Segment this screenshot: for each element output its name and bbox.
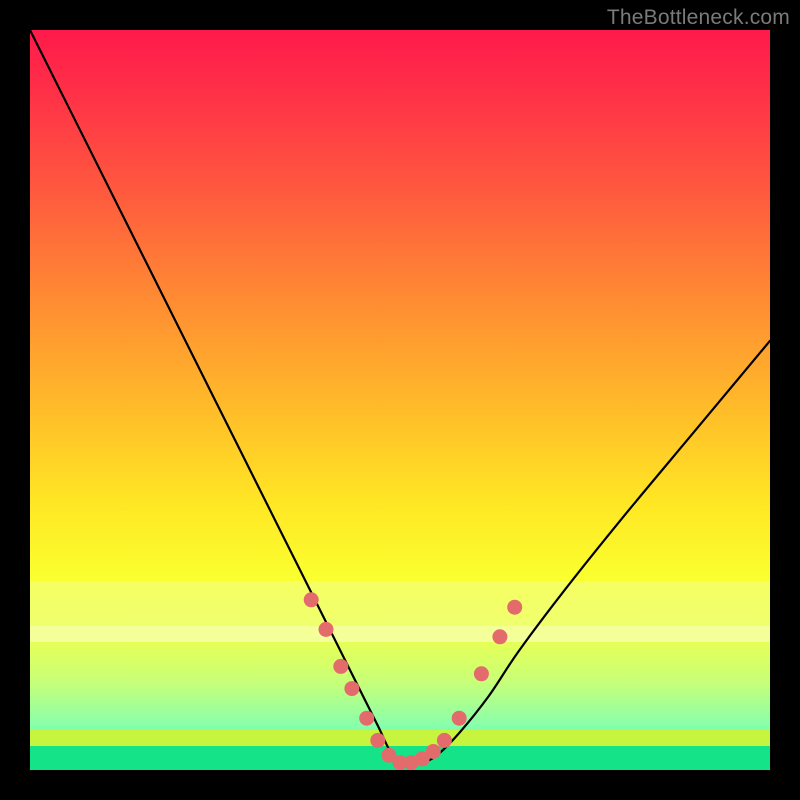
highlight-point <box>426 744 441 759</box>
highlight-point <box>319 622 334 637</box>
watermark-text: TheBottleneck.com <box>607 6 790 30</box>
highlight-point <box>492 629 507 644</box>
highlight-point <box>370 733 385 748</box>
chart-svg <box>30 30 770 770</box>
highlight-point <box>344 681 359 696</box>
bottleneck-curve-line <box>30 30 770 764</box>
highlight-point <box>507 600 522 615</box>
highlight-point <box>359 711 374 726</box>
highlight-point <box>452 711 467 726</box>
highlight-markers <box>304 592 523 770</box>
highlight-point <box>304 592 319 607</box>
chart-plot-area <box>30 30 770 770</box>
highlight-point <box>474 666 489 681</box>
highlight-point <box>333 659 348 674</box>
highlight-point <box>437 733 452 748</box>
